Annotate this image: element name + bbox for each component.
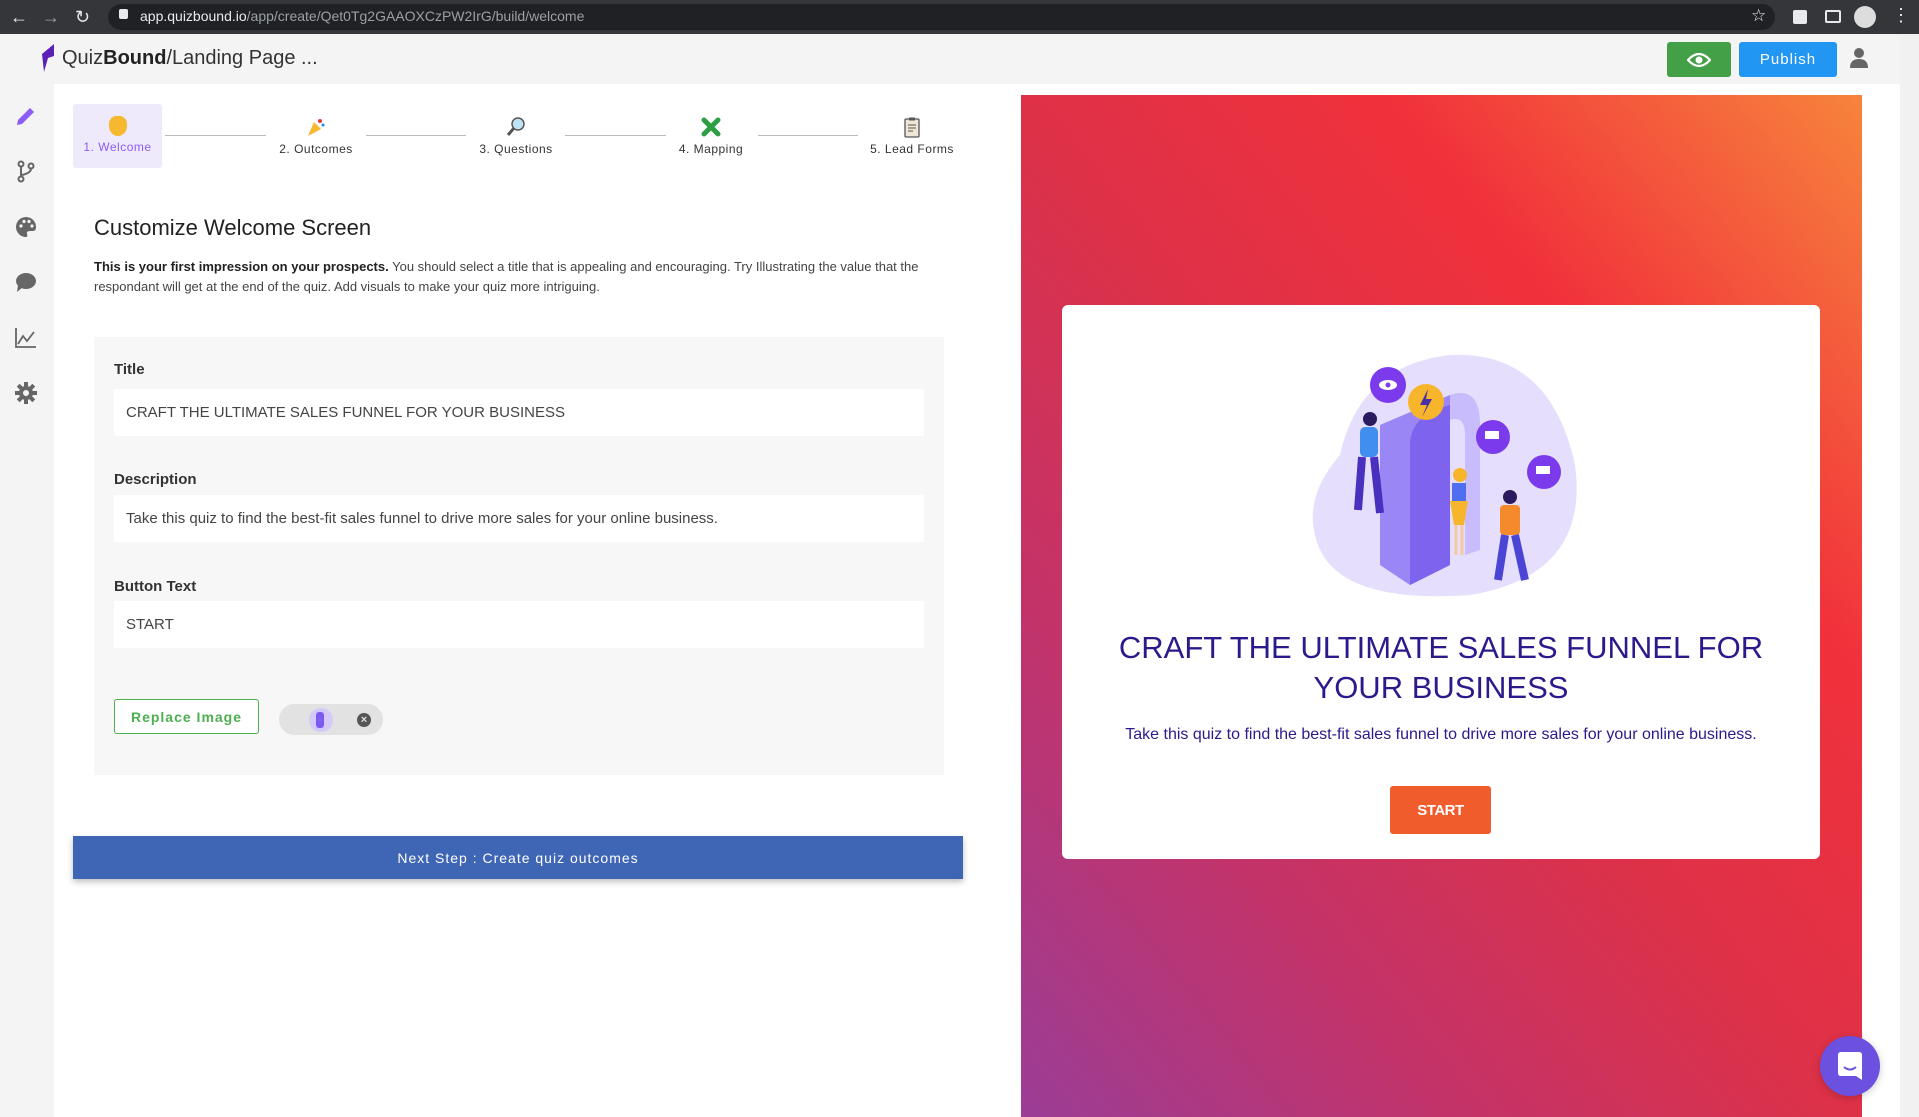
page-title: Customize Welcome Screen bbox=[94, 215, 372, 240]
step-connector bbox=[165, 135, 266, 136]
description-input[interactable]: Take this quiz to find the best-fit sale… bbox=[114, 495, 924, 542]
branch-icon[interactable] bbox=[14, 159, 38, 183]
forward-icon[interactable]: → bbox=[42, 6, 60, 28]
page-scrollbar[interactable] bbox=[1900, 34, 1919, 1117]
step-outcomes[interactable]: 2. Outcomes bbox=[266, 104, 366, 168]
clapping-hands-icon bbox=[108, 116, 127, 136]
remove-image-icon[interactable]: × bbox=[357, 713, 371, 727]
step-mapping[interactable]: 4. Mapping bbox=[661, 104, 761, 168]
support-chat-button[interactable] bbox=[1820, 1036, 1880, 1096]
extensions-icon[interactable] bbox=[1793, 10, 1807, 24]
preview-button[interactable] bbox=[1667, 42, 1731, 77]
step-connector bbox=[366, 135, 466, 136]
quizbound-logo-icon bbox=[42, 44, 54, 72]
preview-title: CRAFT THE ULTIMATE SALES FUNNEL FOR YOUR… bbox=[1118, 630, 1764, 705]
title-label: Title bbox=[114, 361, 145, 378]
chart-icon[interactable] bbox=[14, 326, 38, 350]
thumbnail-figure bbox=[316, 712, 324, 728]
sidebar bbox=[0, 84, 54, 1117]
step-label: 4. Mapping bbox=[678, 142, 744, 156]
step-welcome[interactable]: 1. Welcome bbox=[73, 104, 162, 168]
step-label: 1. Welcome bbox=[83, 140, 152, 154]
clipboard-icon bbox=[904, 117, 920, 138]
url-path: /app/create/Qet0Tg2GAAOXCzPW2IrG/build/w… bbox=[246, 8, 585, 24]
chat-icon[interactable] bbox=[14, 270, 38, 294]
next-step-button[interactable]: Next Step : Create quiz outcomes bbox=[73, 836, 963, 879]
bookmark-star-icon[interactable]: ☆ bbox=[1751, 5, 1766, 27]
step-connector bbox=[758, 135, 858, 136]
lock-icon bbox=[119, 9, 128, 19]
button-text-input[interactable]: START bbox=[114, 601, 924, 648]
step-lead-forms[interactable]: 5. Lead Forms bbox=[862, 104, 962, 168]
magnifier-icon bbox=[506, 117, 525, 136]
user-icon[interactable] bbox=[1850, 48, 1868, 68]
brand-name[interactable]: Quiz bbox=[62, 47, 103, 69]
intro-text: This is your first impression on your pr… bbox=[94, 257, 934, 297]
publish-button[interactable]: Publish bbox=[1739, 42, 1837, 77]
step-label: 3. Questions bbox=[479, 142, 553, 156]
breadcrumb: QuizBound/Landing Page ... bbox=[62, 47, 318, 70]
url-host: app.quizbound.io bbox=[140, 8, 247, 24]
button-text-label: Button Text bbox=[114, 578, 197, 595]
profile-avatar[interactable] bbox=[1854, 6, 1876, 28]
intro-bold: This is your first impression on your pr… bbox=[94, 259, 389, 274]
welcome-illustration bbox=[1312, 354, 1577, 597]
image-thumbnail-chip: × bbox=[279, 704, 383, 735]
step-label: 5. Lead Forms bbox=[870, 142, 954, 156]
step-connector bbox=[565, 135, 666, 136]
preview-description: Take this quiz to find the best-fit sale… bbox=[1125, 726, 1757, 743]
reload-icon[interactable]: ↻ bbox=[75, 6, 90, 28]
gear-icon[interactable] bbox=[14, 381, 38, 405]
page-name[interactable]: /Landing Page ... bbox=[166, 47, 317, 69]
palette-icon[interactable] bbox=[14, 215, 38, 239]
step-label: 2. Outcomes bbox=[279, 142, 353, 156]
menu-dots-icon[interactable]: ⋮ bbox=[1892, 4, 1910, 26]
cast-icon[interactable] bbox=[1825, 10, 1841, 23]
back-icon[interactable]: ← bbox=[10, 6, 28, 28]
eye-icon bbox=[1687, 52, 1711, 67]
title-input[interactable]: CRAFT THE ULTIMATE SALES FUNNEL FOR YOUR… bbox=[114, 389, 924, 436]
party-popper-icon bbox=[308, 119, 325, 136]
brand-name-bold: Bound bbox=[103, 47, 167, 69]
browser-toolbar: ← → ↻ app.quizbound.io/app/create/Qet0Tg… bbox=[0, 0, 1919, 34]
description-label: Description bbox=[114, 471, 197, 488]
step-questions[interactable]: 3. Questions bbox=[466, 104, 566, 168]
puzzle-icon bbox=[701, 117, 721, 137]
preview-start-button[interactable]: START bbox=[1390, 786, 1491, 834]
chat-bubble-icon bbox=[1838, 1052, 1862, 1080]
pencil-icon[interactable] bbox=[14, 104, 38, 128]
replace-image-button[interactable]: Replace Image bbox=[114, 699, 259, 734]
url-text[interactable]: app.quizbound.io/app/create/Qet0Tg2GAAOX… bbox=[140, 8, 584, 24]
